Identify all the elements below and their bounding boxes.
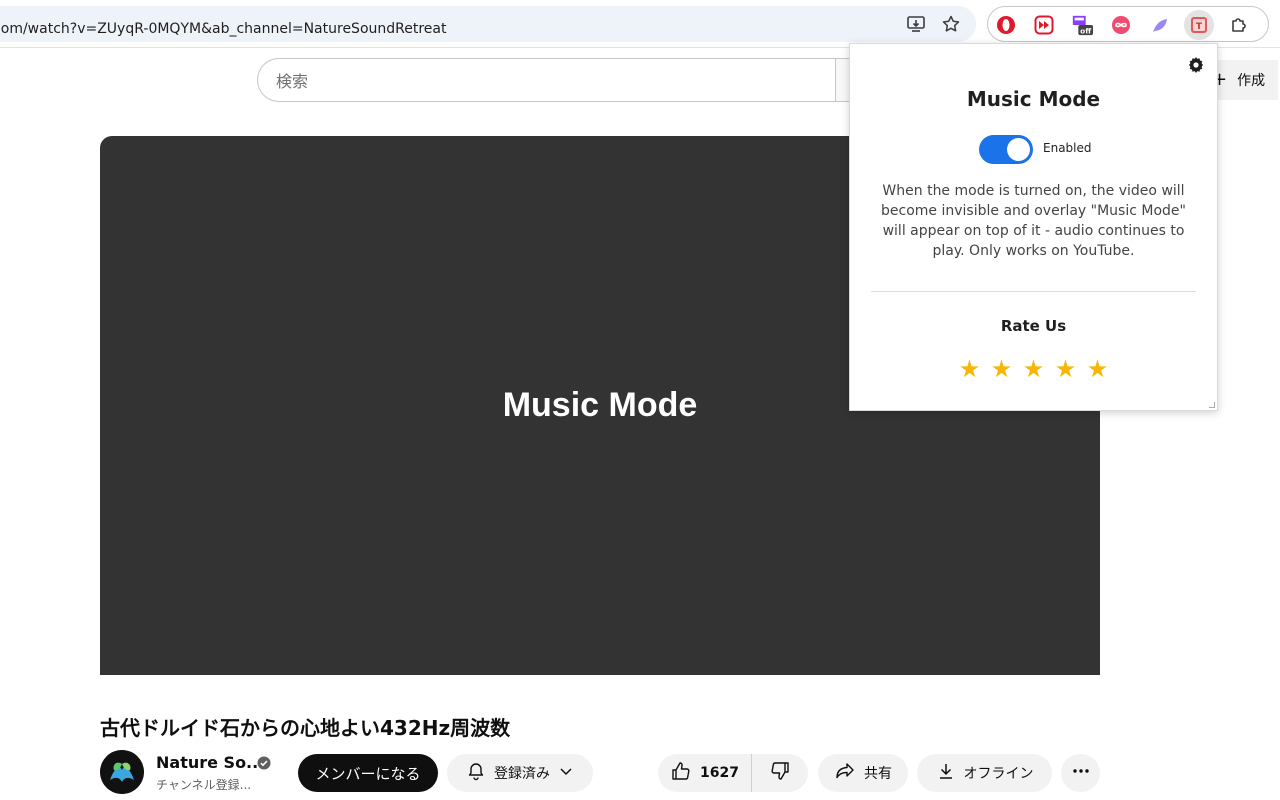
share-label: 共有 [864,766,892,782]
toggle-knob [1007,138,1030,161]
star-1-icon[interactable]: ★ [959,353,981,385]
music-mode-popup: Music Mode Enabled When the mode is turn… [849,43,1218,411]
puzzle-icon[interactable] [1228,14,1250,36]
subscribed-button[interactable]: 登録済み [447,754,593,792]
subscriber-count: チャンネル登録... [156,778,252,792]
off-badge-icon[interactable]: off [1071,14,1093,36]
bell-icon [466,761,486,785]
extensions-bar: off T [987,6,1269,42]
svg-text:off: off [1080,26,1091,35]
channel-name[interactable]: Nature So... [156,753,264,772]
toggle-label: Enabled [1043,141,1092,155]
like-dislike-group: 1627 [658,754,808,792]
rate-us-title: Rate Us [1000,317,1067,335]
channel-avatar[interactable] [100,750,144,794]
more-actions-button[interactable] [1061,754,1100,792]
subscribed-label: 登録済み [494,766,550,782]
more-horizontal-icon [1071,761,1091,785]
fast-forward-icon[interactable] [1033,14,1055,36]
infinity-icon[interactable] [1110,14,1132,36]
thumbs-down-icon [769,760,791,786]
search-box [257,58,837,102]
verified-icon [257,755,271,770]
url-text[interactable]: e.com/watch?v=ZUyqR-0MQYM&ab_channel=Nat… [0,21,446,37]
music-mode-icon[interactable]: T [1184,10,1214,40]
create-label: 作成 [1237,73,1266,89]
star-2-icon[interactable]: ★ [991,353,1013,385]
star-5-icon[interactable]: ★ [1087,353,1109,385]
star-3-icon[interactable]: ★ [1023,353,1045,385]
share-arrow-icon [834,760,856,786]
video-title: 古代ドルイド石からの心地よい432Hz周波数 [100,716,511,740]
mode-description: When the mode is turned on, the video wi… [881,183,1186,259]
opera-icon[interactable] [995,14,1017,36]
star-4-icon[interactable]: ★ [1055,353,1077,385]
bookmark-star-icon[interactable] [940,13,962,35]
like-count: 1627 [700,765,739,781]
dislike-button[interactable] [752,754,808,792]
install-app-icon[interactable] [905,13,927,35]
popup-title: Music Mode [966,87,1101,111]
offline-download-button[interactable]: オフライン [917,754,1052,792]
download-icon [936,761,956,785]
enable-toggle[interactable] [979,135,1033,164]
thumbs-up-icon [670,760,692,786]
gear-icon[interactable] [1187,56,1205,74]
offline-label: オフライン [963,766,1034,782]
rating-stars: ★ ★ ★ ★ ★ [850,353,1217,385]
popup-divider [871,291,1196,292]
like-button[interactable]: 1627 [658,754,752,792]
feather-icon[interactable] [1149,14,1171,36]
resize-grip[interactable] [1209,402,1215,408]
share-button[interactable]: 共有 [818,754,908,792]
browser-toolbar: e.com/watch?v=ZUyqR-0MQYM&ab_channel=Nat… [0,0,1280,48]
address-bar[interactable]: e.com/watch?v=ZUyqR-0MQYM&ab_channel=Nat… [0,6,976,42]
svg-text:T: T [1196,22,1203,32]
chevron-down-icon [558,763,574,783]
join-member-button[interactable]: メンバーになる [298,754,438,792]
search-input[interactable] [276,70,816,92]
